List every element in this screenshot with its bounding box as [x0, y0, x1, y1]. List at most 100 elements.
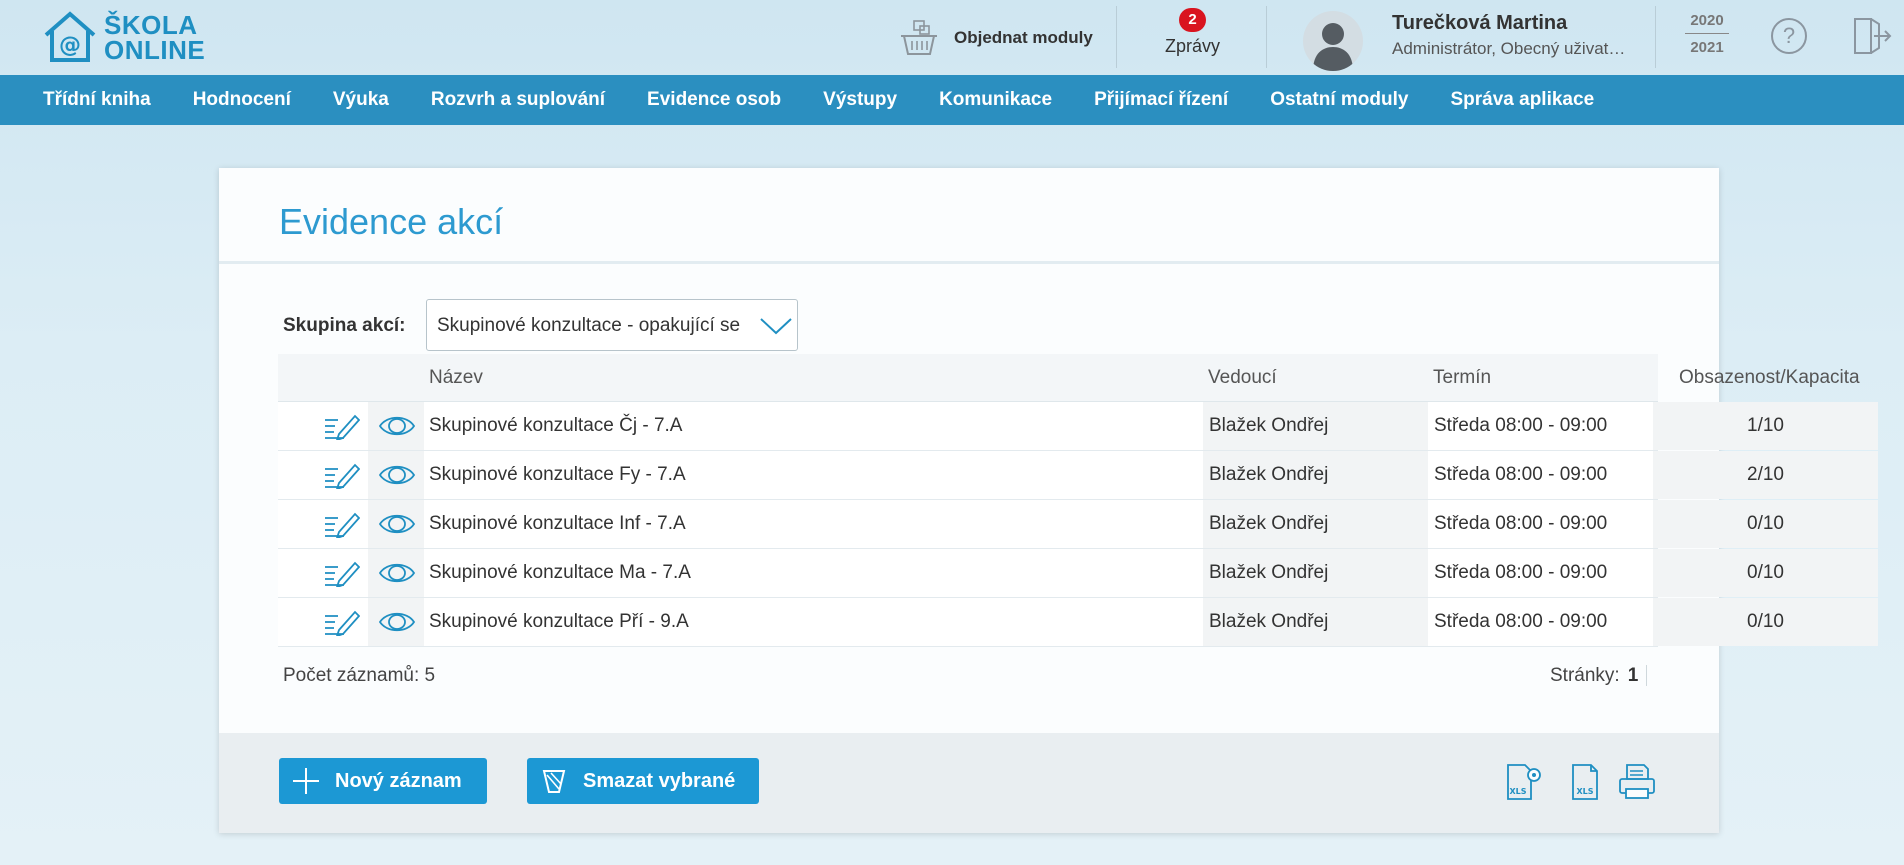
table-row: Skupinové konzultace Ma - 7.A Blažek Ondř…: [278, 549, 1878, 598]
print-icon[interactable]: [1616, 761, 1658, 803]
order-modules-label: Objednat moduly: [954, 28, 1093, 47]
xls-icon[interactable]: XLS: [1565, 761, 1607, 803]
view-row-button[interactable]: [368, 451, 424, 499]
event-leader: Blažek Ondřej: [1203, 451, 1428, 499]
title-divider: [219, 261, 1719, 264]
table-header: Název Vedoucí Termín Obsazenost/Kapacita: [278, 354, 1860, 402]
column-header-term[interactable]: Termín: [1433, 367, 1491, 389]
logout-icon[interactable]: [1852, 16, 1892, 56]
action-bar: Nový záznam Smazat vybrané XLS XLS: [219, 733, 1719, 833]
event-term: Středa 08:00 - 09:00: [1434, 464, 1608, 485]
eye-icon: [378, 416, 416, 436]
event-name[interactable]: Skupinové konzultace Fy - 7.A: [429, 451, 879, 499]
page-number-current[interactable]: 1: [1627, 665, 1648, 686]
house-at-icon: @: [44, 11, 96, 62]
xls-settings-icon[interactable]: XLS: [1503, 761, 1545, 803]
event-name[interactable]: Skupinové konzultace Ma - 7.A: [429, 549, 879, 597]
skola-online-logo[interactable]: @ ŠKOLA ONLINE: [42, 9, 206, 67]
view-row-button[interactable]: [368, 598, 424, 646]
pagination: Stránky: 1: [1550, 665, 1648, 687]
nav-ostatni-moduly[interactable]: Ostatní moduly: [1270, 89, 1408, 111]
event-capacity: 2/10: [1653, 451, 1878, 499]
event-group-value: Skupinové konzultace - opakující se: [437, 315, 741, 336]
avatar: [1303, 11, 1363, 71]
view-row-button[interactable]: [368, 500, 424, 548]
nav-vystupy[interactable]: Výstupy: [823, 89, 897, 111]
edit-icon: [325, 610, 360, 636]
event-name[interactable]: Skupinové konzultace Inf - 7.A: [429, 500, 879, 548]
event-term: Středa 08:00 - 09:00: [1434, 562, 1608, 583]
event-capacity: 0/10: [1653, 549, 1878, 597]
events-table: Název Vedoucí Termín Obsazenost/Kapacita…: [278, 354, 1878, 647]
delete-selected-label: Smazat vybrané: [583, 769, 736, 792]
event-capacity: 0/10: [1653, 598, 1878, 646]
event-name[interactable]: Skupinové konzultace Pří - 9.A: [429, 598, 879, 646]
column-header-capacity[interactable]: Obsazenost/Kapacita: [1679, 367, 1860, 389]
edit-row-button[interactable]: [312, 451, 368, 499]
edit-row-button[interactable]: [312, 500, 368, 548]
header-divider: [1116, 6, 1117, 68]
header-divider: [1266, 6, 1267, 68]
main-navigation: Třídní kniha Hodnocení Výuka Rozvrh a su…: [0, 75, 1904, 125]
event-term: Středa 08:00 - 09:00: [1434, 611, 1608, 632]
logo-line2: ONLINE: [104, 35, 206, 65]
user-silhouette-icon: [1313, 23, 1353, 71]
event-leader: Blažek Ondřej: [1203, 598, 1428, 646]
view-row-button[interactable]: [368, 549, 424, 597]
record-count: Počet záznamů: 5: [283, 665, 436, 686]
nav-tridni-kniha[interactable]: Třídní kniha: [43, 89, 151, 111]
help-icon[interactable]: ?: [1771, 18, 1807, 54]
nav-evidence-osob[interactable]: Evidence osob: [647, 89, 781, 111]
svg-text:XLS: XLS: [1509, 787, 1526, 796]
table-row: Skupinové konzultace Inf - 7.A Blažek Ond…: [278, 500, 1878, 549]
nav-komunikace[interactable]: Komunikace: [939, 89, 1052, 111]
table-row: Skupinové konzultace Čj - 7.A Blažek Ondř…: [278, 402, 1878, 451]
column-header-leader[interactable]: Vedoucí: [1208, 367, 1277, 389]
edit-icon: [325, 414, 360, 440]
event-capacity: 1/10: [1653, 402, 1878, 450]
messages-label: Zprávy: [1164, 36, 1220, 56]
top-header: @ ŠKOLA ONLINE Objednat moduly 2 Zprávy …: [0, 0, 1904, 75]
user-profile[interactable]: Turečková Martina Administrátor, Obecný …: [1303, 6, 1653, 71]
event-term: Středa 08:00 - 09:00: [1434, 415, 1608, 436]
svg-text:@: @: [59, 33, 81, 58]
eraser-icon: [542, 770, 566, 793]
user-name: Turečková Martina: [1392, 12, 1568, 34]
event-group-label: Skupina akcí:: [283, 315, 406, 336]
view-row-button[interactable]: [368, 402, 424, 450]
order-modules-button[interactable]: Objednat moduly: [898, 16, 1093, 60]
nav-rozvrh-a-suplovani[interactable]: Rozvrh a suplování: [431, 89, 605, 111]
event-capacity: 0/10: [1653, 500, 1878, 548]
user-role: Administrátor, Obecný uživat…: [1392, 39, 1626, 58]
edit-row-button[interactable]: [312, 598, 368, 646]
edit-icon: [325, 561, 360, 587]
messages-count-badge: 2: [1179, 8, 1206, 32]
event-leader: Blažek Ondřej: [1203, 549, 1428, 597]
event-term: Středa 08:00 - 09:00: [1434, 513, 1608, 534]
table-row: Skupinové konzultace Fy - 7.A Blažek Ondř…: [278, 451, 1878, 500]
edit-row-button[interactable]: [312, 402, 368, 450]
school-year-switch[interactable]: 2020 2021: [1685, 12, 1729, 56]
page-title: Evidence akcí: [279, 201, 504, 242]
column-header-name[interactable]: Název: [429, 367, 483, 389]
events-panel: Evidence akcí Skupina akcí: Skupinové ko…: [219, 168, 1878, 833]
year-from: 2020: [1685, 12, 1729, 34]
eye-icon: [378, 612, 416, 632]
edit-icon: [325, 463, 360, 489]
svg-text:XLS: XLS: [1576, 787, 1593, 796]
chevron-down-icon: [760, 318, 792, 335]
nav-prijimaci-rizeni[interactable]: Přijímací řízení: [1094, 89, 1228, 111]
edit-icon: [325, 512, 360, 538]
new-record-button[interactable]: Nový záznam: [279, 758, 487, 804]
messages-button[interactable]: 2 Zprávy: [1150, 8, 1235, 68]
delete-selected-button[interactable]: Smazat vybrané: [527, 758, 759, 804]
nav-sprava-aplikace[interactable]: Správa aplikace: [1450, 89, 1594, 111]
event-group-select[interactable]: Skupinové konzultace - opakující se: [426, 299, 798, 351]
event-leader: Blažek Ondřej: [1203, 500, 1428, 548]
nav-vyuka[interactable]: Výuka: [333, 89, 389, 111]
nav-hodnoceni[interactable]: Hodnocení: [193, 89, 291, 111]
edit-row-button[interactable]: [312, 549, 368, 597]
pages-label: Stránky:: [1550, 665, 1620, 686]
event-name[interactable]: Skupinové konzultace Čj - 7.A: [429, 402, 879, 450]
eye-icon: [378, 514, 416, 534]
